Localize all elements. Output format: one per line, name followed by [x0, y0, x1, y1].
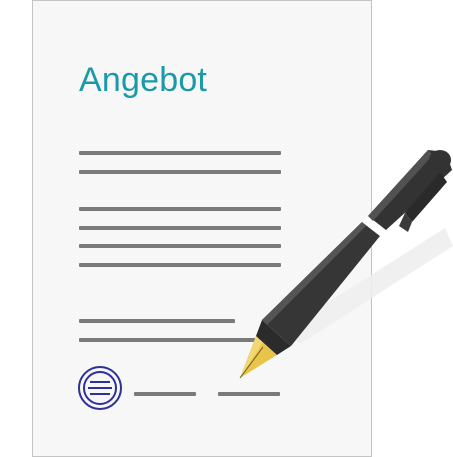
- round-seal-icon: [78, 366, 122, 410]
- text-line: [79, 207, 281, 211]
- text-line: [79, 170, 281, 174]
- text-line: [79, 244, 281, 248]
- text-line: [79, 226, 281, 230]
- text-line: [79, 338, 261, 342]
- text-line: [79, 263, 281, 267]
- signature-line: [218, 392, 280, 396]
- signature-line: [134, 392, 196, 396]
- text-line: [79, 319, 235, 323]
- document-title: Angebot: [79, 61, 208, 99]
- illustration: Angebot: [0, 0, 453, 457]
- text-line: [79, 151, 281, 155]
